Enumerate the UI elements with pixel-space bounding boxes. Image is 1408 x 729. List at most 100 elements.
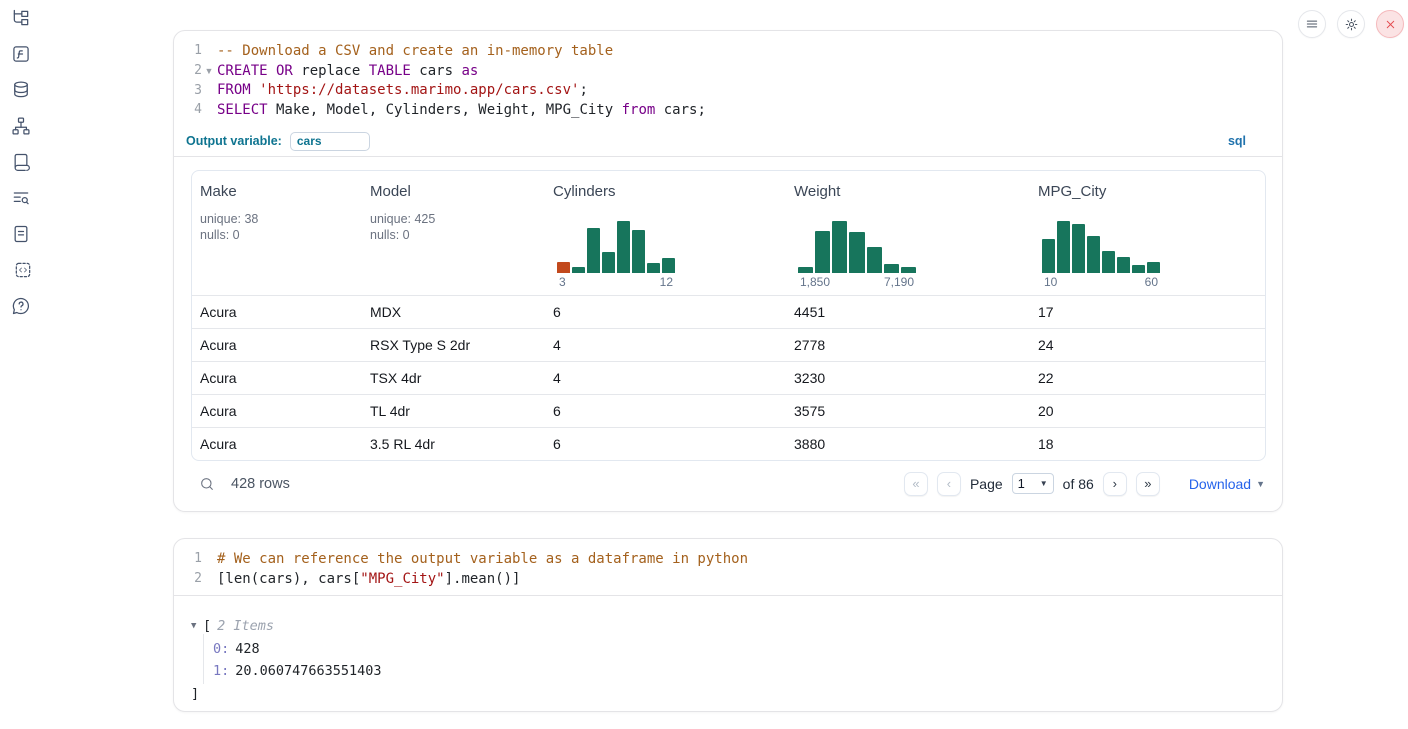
page-select[interactable]: 1 ▼ — [1012, 473, 1054, 494]
histogram-bar — [1042, 239, 1055, 273]
table-cell: 4 — [545, 337, 786, 353]
hamburger-icon — [1305, 17, 1319, 31]
chevron-down-icon: ▼ — [1040, 479, 1048, 488]
download-button[interactable]: Download ▼ — [1189, 476, 1265, 492]
histogram-bar — [557, 262, 570, 273]
search-icon[interactable] — [199, 476, 215, 492]
table-cell: Acura — [192, 403, 362, 419]
dependency-graph-icon[interactable] — [0, 108, 42, 144]
menu-button[interactable] — [1298, 10, 1326, 38]
snippets-icon[interactable] — [0, 252, 42, 288]
table-cell: 3230 — [786, 370, 1030, 386]
table-cell: RSX Type S 2dr — [362, 337, 545, 353]
column-header-mpg-city[interactable]: MPG_City 1060 — [1030, 171, 1265, 295]
table-row[interactable]: Acura3.5 RL 4dr6388018 — [192, 427, 1265, 460]
table-cell: 6 — [545, 436, 786, 452]
column-header-make[interactable]: Make unique: 38 nulls: 0 — [192, 171, 362, 295]
column-stats: unique: 38 nulls: 0 — [200, 211, 354, 243]
sidebar — [0, 0, 42, 729]
table-cell: Acura — [192, 370, 362, 386]
python-code-editor[interactable]: 1# We can reference the output variable … — [174, 539, 1282, 595]
code-line[interactable]: 1-- Download a CSV and create an in-memo… — [174, 41, 1282, 61]
table-cell: 3.5 RL 4dr — [362, 436, 545, 452]
settings-button[interactable] — [1337, 10, 1365, 38]
table-cell: 3880 — [786, 436, 1030, 452]
histogram-bar — [587, 228, 600, 273]
cylinders-histogram: 312 — [557, 221, 675, 289]
sql-code-editor[interactable]: 1-- Download a CSV and create an in-memo… — [174, 31, 1282, 127]
code-line[interactable]: 4SELECT Make, Model, Cylinders, Weight, … — [174, 100, 1282, 120]
code-line[interactable]: 2[len(cars), cars["MPG_City"].mean()] — [174, 569, 1282, 589]
column-header-weight[interactable]: Weight 1,8507,190 — [786, 171, 1030, 295]
histogram-bar — [1147, 262, 1160, 273]
documentation-icon[interactable] — [0, 216, 42, 252]
table-cell: MDX — [362, 304, 545, 320]
code-line[interactable]: 1# We can reference the output variable … — [174, 549, 1282, 569]
weight-histogram: 1,8507,190 — [798, 221, 916, 289]
logs-icon[interactable] — [0, 180, 42, 216]
line-number: 4 — [174, 102, 204, 117]
line-number: 3 — [174, 83, 204, 98]
line-number: 1 — [174, 43, 204, 58]
table-row[interactable]: AcuraRSX Type S 2dr4277824 — [192, 328, 1265, 361]
first-page-button[interactable]: « — [904, 472, 928, 496]
table-cell: 22 — [1030, 370, 1265, 386]
file-explorer-icon[interactable] — [0, 0, 42, 36]
histogram-bar — [632, 230, 645, 273]
chevron-down-icon: ▼ — [1256, 479, 1265, 489]
shutdown-button[interactable] — [1376, 10, 1404, 38]
table-cell: 17 — [1030, 304, 1265, 320]
language-badge[interactable]: sql — [1228, 134, 1246, 148]
table-cell: 2778 — [786, 337, 1030, 353]
table-body: AcuraMDX6445117AcuraRSX Type S 2dr427782… — [192, 295, 1265, 460]
packages-icon[interactable] — [0, 144, 42, 180]
table-row[interactable]: AcuraMDX6445117 — [192, 295, 1265, 328]
collapse-chevron-icon[interactable]: ▼ — [191, 621, 203, 631]
sql-cell: 1-- Download a CSV and create an in-memo… — [173, 30, 1283, 512]
histogram-bar — [1102, 251, 1115, 273]
table-row[interactable]: AcuraTL 4dr6357520 — [192, 394, 1265, 427]
notebook-actions — [1298, 10, 1404, 38]
close-bracket: ] — [191, 684, 1265, 704]
table-row[interactable]: AcuraTSX 4dr4323022 — [192, 361, 1265, 394]
code-line[interactable]: 3FROM 'https://datasets.marimo.app/cars.… — [174, 80, 1282, 100]
prev-page-button[interactable]: ‹ — [937, 472, 961, 496]
table-cell: TSX 4dr — [362, 370, 545, 386]
histogram-bar — [815, 231, 830, 273]
list-item: 0: 428 — [213, 638, 1265, 660]
variables-icon[interactable] — [0, 36, 42, 72]
histogram-bar — [798, 267, 813, 273]
output-variable-input[interactable] — [290, 132, 370, 151]
table-cell: 6 — [545, 304, 786, 320]
column-header-model[interactable]: Model unique: 425 nulls: 0 — [362, 171, 545, 295]
next-page-button[interactable]: › — [1103, 472, 1127, 496]
help-icon[interactable] — [0, 288, 42, 324]
last-page-button[interactable]: » — [1136, 472, 1160, 496]
row-count: 428 rows — [231, 476, 290, 492]
line-number: 1 — [174, 551, 204, 566]
fold-chevron-icon[interactable]: ▼ — [204, 66, 214, 76]
line-number: 2 — [174, 63, 204, 78]
datasources-icon[interactable] — [0, 72, 42, 108]
python-cell: 1# We can reference the output variable … — [173, 538, 1283, 712]
output-variable-label: Output variable: — [186, 134, 282, 148]
table-footer: 428 rows « ‹ Page 1 ▼ of 86 › » Download… — [191, 461, 1265, 507]
gear-icon — [1344, 17, 1359, 32]
items-count-label: 2 Items — [217, 618, 274, 634]
line-number: 2 — [174, 571, 204, 586]
table-cell: 3575 — [786, 403, 1030, 419]
table-cell: 24 — [1030, 337, 1265, 353]
close-icon — [1384, 18, 1397, 31]
histogram-bar — [647, 263, 660, 273]
code-line[interactable]: 2▼CREATE OR replace TABLE cars as — [174, 61, 1282, 81]
table-cell: Acura — [192, 304, 362, 320]
histogram-bar — [602, 252, 615, 273]
table-header-row: Make unique: 38 nulls: 0 Model unique: 4… — [192, 171, 1265, 295]
open-bracket: [ — [203, 618, 211, 634]
pagination: « ‹ Page 1 ▼ of 86 › » Download ▼ — [904, 472, 1265, 496]
table-cell: Acura — [192, 436, 362, 452]
histogram-bar — [1057, 221, 1070, 273]
histogram-bar — [1072, 224, 1085, 273]
histogram-bar — [884, 264, 899, 273]
column-header-cylinders[interactable]: Cylinders 312 — [545, 171, 786, 295]
